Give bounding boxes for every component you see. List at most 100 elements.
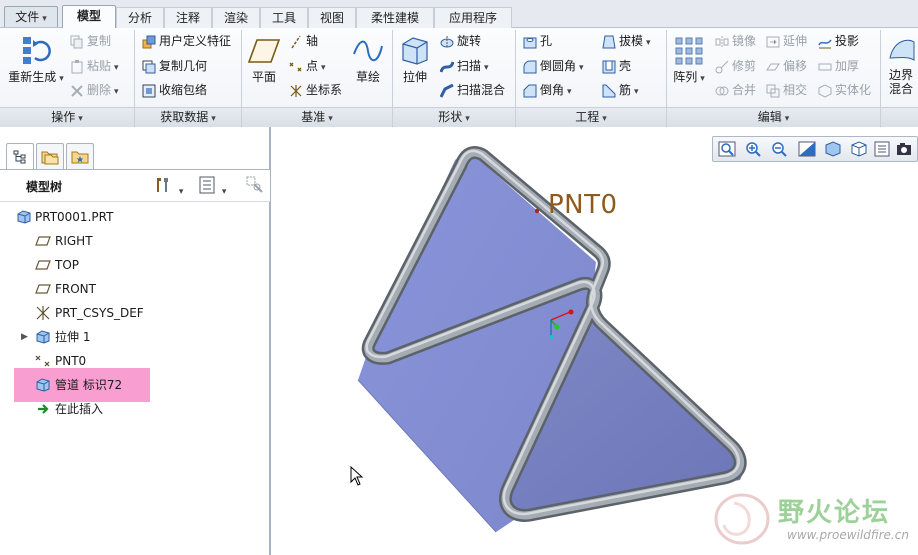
offset-button[interactable]: 偏移 bbox=[766, 56, 807, 76]
datum-point-icon bbox=[289, 62, 302, 71]
extrude-label: 拉伸 bbox=[402, 70, 427, 84]
chevron-down-icon[interactable]: ▾ bbox=[700, 74, 705, 84]
merge-button[interactable]: 合并 bbox=[715, 80, 756, 100]
copy-geometry-label: 复制几何 bbox=[159, 59, 208, 73]
revolve-icon bbox=[440, 35, 454, 48]
extrude-button[interactable]: 拉伸 bbox=[396, 34, 434, 84]
round-button[interactable]: 倒圆角 ▾ bbox=[523, 56, 584, 76]
copy-label: 复制 bbox=[87, 34, 112, 48]
tab-model-tree[interactable] bbox=[6, 143, 34, 171]
operations-group-footer[interactable]: 操作 ▾ bbox=[0, 107, 134, 127]
hole-button[interactable]: 孔 bbox=[523, 31, 552, 51]
shapes-group-footer[interactable]: 形状 ▾ bbox=[393, 107, 515, 127]
chamfer-button[interactable]: 倒角 ▾ bbox=[523, 80, 572, 100]
chevron-down-icon: ▾ bbox=[484, 63, 489, 73]
chevron-down-icon: ▾ bbox=[567, 87, 572, 97]
point-label: 点 bbox=[306, 59, 319, 73]
regenerate-button[interactable]: 重新生成 ▾ bbox=[8, 34, 64, 86]
swept-blend-icon bbox=[440, 83, 454, 98]
shell-button[interactable]: 壳 bbox=[602, 56, 631, 76]
tab-flexible-modeling[interactable]: 柔性建模 bbox=[356, 7, 434, 28]
tab-view-label: 视图 bbox=[319, 11, 344, 25]
tree-item-extrude-1[interactable]: ▶ 拉伸 1 bbox=[0, 325, 270, 349]
tree-item-insert-here[interactable]: 在此插入 bbox=[0, 397, 270, 421]
tree-item-csys[interactable]: PRT_CSYS_DEF bbox=[0, 301, 270, 325]
tree-item-right-plane[interactable]: RIGHT bbox=[0, 229, 270, 253]
tab-render[interactable]: 渲染 bbox=[212, 7, 260, 28]
tab-view[interactable]: 视图 bbox=[308, 7, 356, 28]
chevron-down-icon: ▾ bbox=[42, 14, 47, 24]
mirror-button[interactable]: 镜像 bbox=[715, 31, 756, 51]
tab-model[interactable]: 模型 bbox=[62, 5, 116, 29]
tab-folder-browser[interactable] bbox=[36, 143, 64, 171]
tree-item-part[interactable]: PRT0001.PRT bbox=[0, 205, 270, 229]
tree-show-button[interactable]: ▾ bbox=[199, 176, 226, 197]
chevron-down-icon: ▾ bbox=[465, 114, 470, 124]
offset-icon bbox=[766, 63, 780, 70]
user-defined-feature-button[interactable]: 用户定义特征 bbox=[142, 31, 231, 51]
draft-button[interactable]: 拔模 ▾ bbox=[602, 31, 651, 51]
rib-button[interactable]: 筋 ▾ bbox=[602, 80, 639, 100]
boundary-blend-button[interactable]: 边界 混合 bbox=[884, 34, 918, 96]
tab-applications[interactable]: 应用程序 bbox=[434, 7, 512, 28]
datum-group-label: 基准 bbox=[301, 110, 326, 124]
sweep-button[interactable]: 扫描 ▾ bbox=[440, 56, 489, 76]
datum-point-pnt0[interactable] bbox=[534, 208, 540, 214]
datum-group-footer[interactable]: 基准 ▾ bbox=[242, 107, 392, 127]
watermark-url: www.proewildfire.cn bbox=[787, 528, 909, 542]
engineering-group-footer[interactable]: 工程 ▾ bbox=[516, 107, 666, 127]
shrinkwrap-label: 收缩包络 bbox=[159, 83, 208, 97]
tree-item-front-plane[interactable]: FRONT bbox=[0, 277, 270, 301]
pattern-button[interactable]: 阵列 ▾ bbox=[672, 36, 706, 86]
operations-group-label: 操作 bbox=[51, 110, 76, 124]
boundary-blend-label-line1: 边界 bbox=[888, 68, 913, 82]
tab-tools[interactable]: 工具 bbox=[260, 7, 308, 28]
get-data-group-label: 获取数据 bbox=[160, 110, 209, 124]
thicken-button[interactable]: 加厚 bbox=[818, 56, 859, 76]
chevron-down-icon: ▾ bbox=[211, 114, 216, 124]
hole-label: 孔 bbox=[540, 34, 553, 48]
shrinkwrap-icon bbox=[142, 84, 156, 97]
sketch-button[interactable]: 草绘 bbox=[350, 36, 386, 84]
csys-icon bbox=[36, 306, 50, 320]
copy-button[interactable]: 复制 bbox=[70, 31, 111, 51]
tree-settings-button[interactable]: ▾ bbox=[154, 176, 183, 197]
tab-analysis[interactable]: 分析 bbox=[116, 7, 164, 28]
datum-point-icon bbox=[35, 355, 50, 367]
trim-button[interactable]: 修剪 bbox=[715, 56, 756, 76]
tools-icon bbox=[157, 178, 168, 192]
tab-favorites[interactable] bbox=[66, 143, 94, 171]
copy-geometry-button[interactable]: 复制几何 bbox=[142, 56, 207, 76]
intersect-button[interactable]: 相交 bbox=[766, 80, 807, 100]
expand-arrow-icon[interactable]: ▶ bbox=[21, 325, 28, 349]
point-button[interactable]: 点 ▾ bbox=[289, 56, 326, 76]
paste-button[interactable]: 粘贴 ▾ bbox=[70, 56, 119, 76]
datum-plane-icon bbox=[35, 236, 51, 246]
get-data-group-footer[interactable]: 获取数据 ▾ bbox=[135, 107, 241, 127]
delete-button[interactable]: 删除 ▾ bbox=[70, 80, 119, 100]
chevron-down-icon[interactable]: ▾ bbox=[59, 74, 64, 84]
csys-button[interactable]: 坐标系 bbox=[289, 80, 342, 100]
chevron-down-icon: ▾ bbox=[178, 187, 184, 197]
editing-group-footer[interactable]: 编辑 ▾ bbox=[667, 107, 880, 127]
extend-icon bbox=[766, 36, 780, 47]
swept-blend-button[interactable]: 扫描混合 bbox=[440, 80, 505, 100]
axis-button[interactable]: 轴 bbox=[289, 31, 318, 51]
chevron-down-icon: ▾ bbox=[602, 114, 607, 124]
shrinkwrap-button[interactable]: 收缩包络 bbox=[142, 80, 207, 100]
extend-button[interactable]: 延伸 bbox=[766, 31, 807, 51]
surfaces-group-footer[interactable] bbox=[881, 107, 918, 127]
tree-item-top-plane[interactable]: TOP bbox=[0, 253, 270, 277]
sweep-label: 扫描 bbox=[457, 59, 482, 73]
plane-button[interactable]: 平面 bbox=[246, 36, 282, 84]
tab-annotate[interactable]: 注释 bbox=[164, 7, 212, 28]
boundary-blend-label-line2: 混合 bbox=[888, 82, 913, 96]
project-button[interactable]: 投影 bbox=[818, 31, 859, 51]
revolve-button[interactable]: 旋转 bbox=[440, 31, 481, 51]
tab-file[interactable]: 文件 ▾ bbox=[4, 6, 58, 27]
solidify-button[interactable]: 实体化 bbox=[818, 80, 871, 100]
tab-tools-label: 工具 bbox=[271, 11, 296, 25]
tree-filter-button[interactable] bbox=[246, 176, 264, 197]
draft-label: 拔模 bbox=[619, 34, 644, 48]
tree-item-label: FRONT bbox=[55, 282, 96, 296]
